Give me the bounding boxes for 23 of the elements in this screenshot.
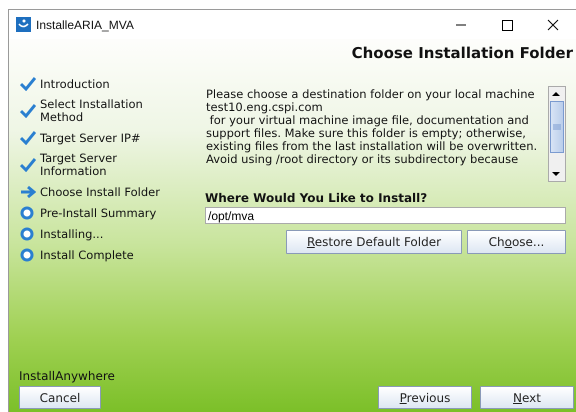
step-label: Select Installation Method — [40, 98, 144, 124]
brand-label: InstallAnywhere — [19, 369, 115, 383]
step-label: Install Complete — [40, 248, 135, 262]
app-icon — [16, 17, 31, 32]
step-label: Choose Install Folder — [40, 186, 161, 198]
choose-button[interactable]: Choose... — [467, 230, 566, 254]
next-button[interactable]: Next — [480, 386, 574, 409]
step-label: Target Server Information — [40, 152, 118, 178]
step-label: Installing... — [40, 228, 104, 240]
description-line: Please choose a destination folder on your local machine — [206, 88, 536, 101]
step-label: Introduction — [40, 78, 111, 90]
path-input[interactable]: /opt/mva — [205, 207, 566, 224]
description-line: for your virtual machine image file, documentation and support files. Make sure this folder is empty; otherwise, existing files from the last installation will be overwritten. Avoid using /root directory or its subdirectory because — [206, 114, 538, 166]
previous-button[interactable]: Previous — [378, 386, 472, 409]
restore-default-button[interactable]: Restore Default Folder — [286, 230, 462, 254]
window-title: InstalleARIA_MVA — [36, 18, 135, 32]
page-heading: Choose Installation Folder — [352, 44, 573, 62]
cancel-button[interactable]: Cancel — [19, 386, 101, 409]
step-label: Target Server IP# — [40, 132, 142, 144]
install-prompt: Where Would You Like to Install? — [205, 191, 428, 205]
description-line: test10.eng.cspi.com — [206, 101, 324, 114]
step-label: Pre-Install Summary — [40, 206, 158, 220]
scroll-bar[interactable] — [548, 86, 566, 182]
